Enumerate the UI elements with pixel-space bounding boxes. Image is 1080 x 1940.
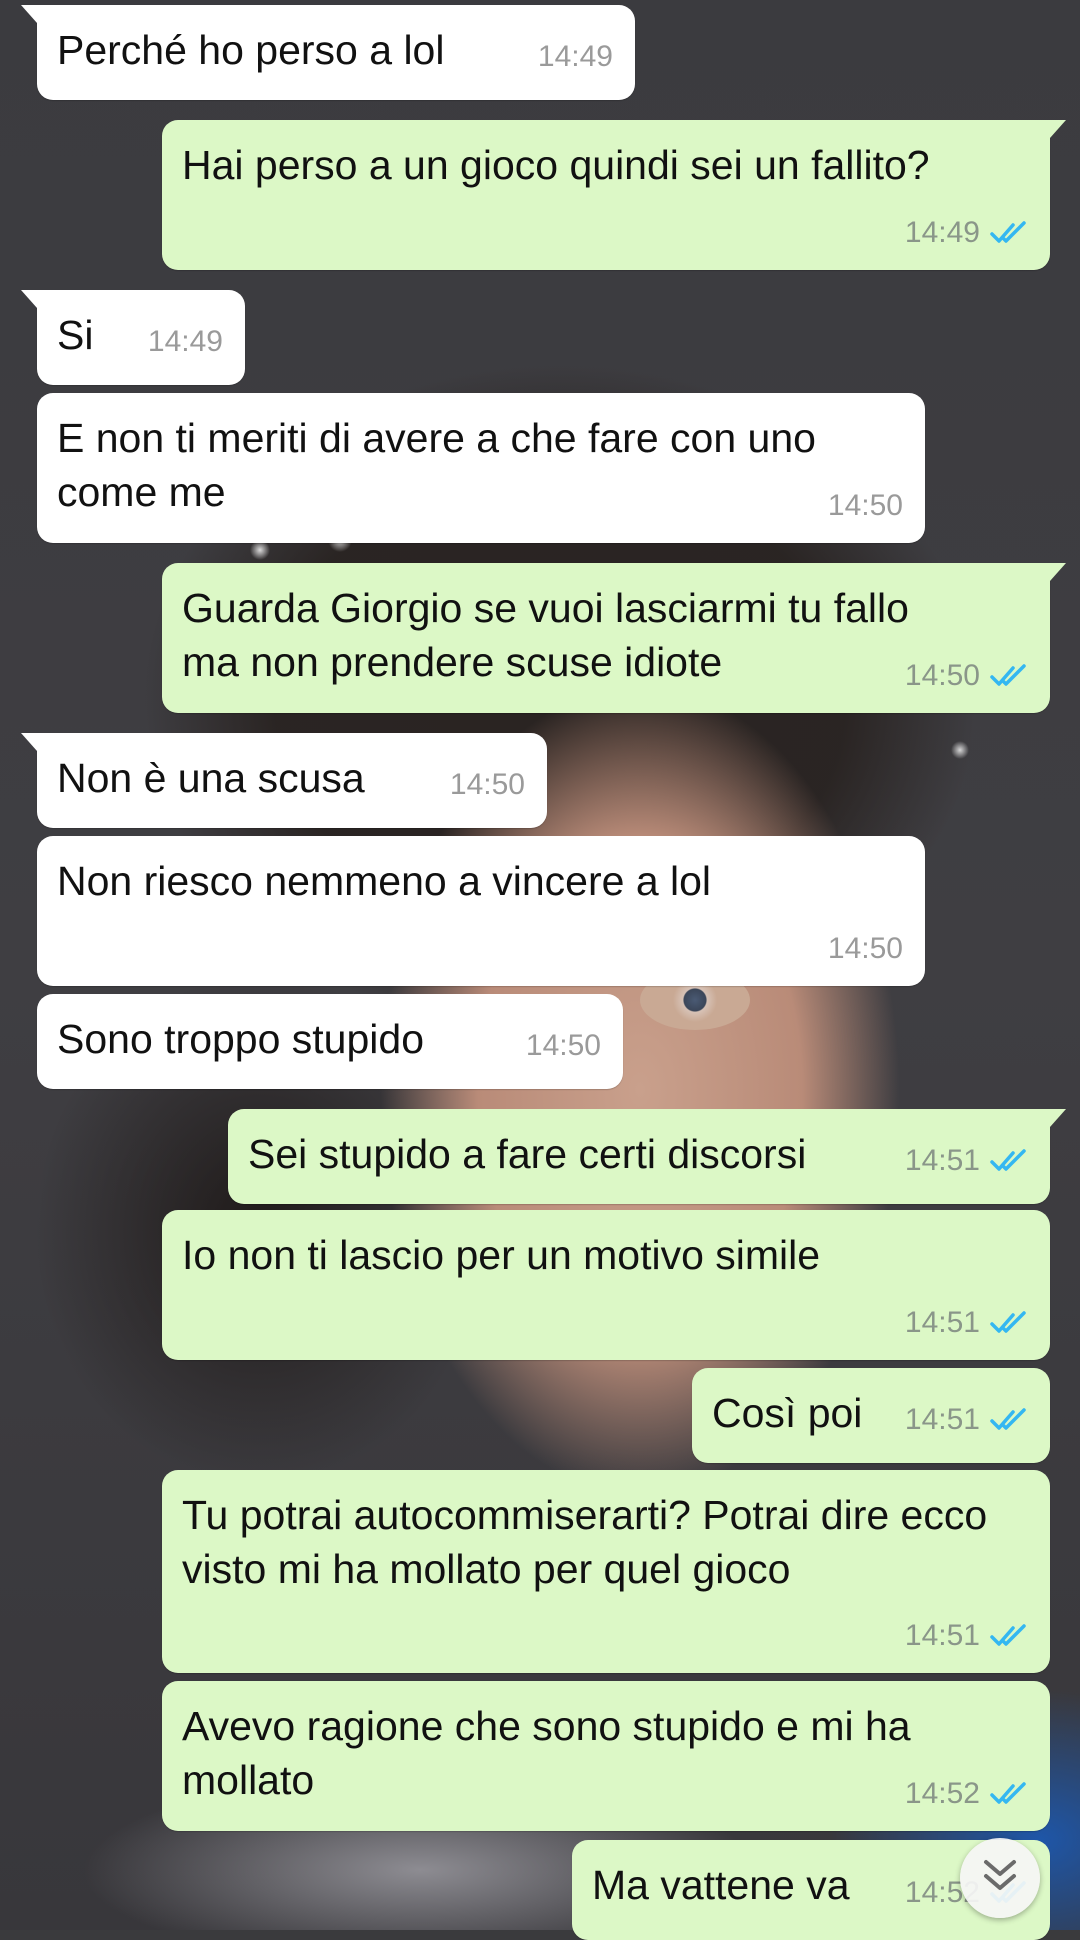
message-bubble-incoming[interactable]: E non ti meriti di avere a che fare con … bbox=[37, 393, 925, 543]
message-bubble-outgoing[interactable]: Così poi 14:51 bbox=[692, 1368, 1050, 1463]
scroll-to-bottom-button[interactable] bbox=[960, 1838, 1040, 1918]
message-time: 14:51 bbox=[904, 1144, 980, 1177]
message-time: 14:51 bbox=[904, 1403, 980, 1436]
message-bubble-outgoing[interactable]: Guarda Giorgio se vuoi lasciarmi tu fall… bbox=[162, 563, 1066, 713]
message-bubble-outgoing[interactable]: Avevo ragione che sono stupido e mi ha m… bbox=[162, 1681, 1050, 1831]
message-bubble-outgoing[interactable]: Hai perso a un gioco quindi sei un falli… bbox=[162, 120, 1066, 270]
message-text: Si bbox=[57, 312, 94, 358]
message-text: Ma vattene va bbox=[592, 1862, 850, 1908]
double-check-icon bbox=[990, 1311, 1028, 1335]
message-bubble-incoming[interactable]: Sono troppo stupido 14:50 bbox=[37, 994, 623, 1089]
double-check-icon bbox=[990, 1149, 1028, 1173]
message-time: 14:52 bbox=[904, 1777, 980, 1810]
message-bubble-outgoing[interactable]: Sei stupido a fare certi discorsi 14:51 bbox=[228, 1109, 1066, 1204]
message-time: 14:50 bbox=[827, 489, 903, 522]
message-text: Tu potrai autocommiserarti? Potrai dire … bbox=[182, 1492, 999, 1592]
double-check-icon bbox=[990, 1408, 1028, 1432]
message-time: 14:51 bbox=[904, 1619, 980, 1652]
message-text: Perché ho perso a lol bbox=[57, 27, 445, 73]
double-check-icon bbox=[990, 1624, 1028, 1648]
message-text: Non è una scusa bbox=[57, 755, 365, 801]
message-time: 14:50 bbox=[449, 768, 525, 801]
message-text: Avevo ragione che sono stupido e mi ha m… bbox=[182, 1703, 923, 1803]
message-text: Così poi bbox=[712, 1390, 863, 1436]
message-text: Io non ti lascio per un motivo simile bbox=[182, 1232, 821, 1278]
message-time: 14:51 bbox=[904, 1306, 980, 1339]
message-time: 14:49 bbox=[904, 216, 980, 249]
double-check-icon bbox=[990, 1782, 1028, 1806]
message-bubble-incoming[interactable]: Si 14:49 bbox=[21, 290, 245, 385]
message-time: 14:49 bbox=[147, 325, 223, 358]
message-text: E non ti meriti di avere a che fare con … bbox=[57, 415, 828, 515]
double-check-icon bbox=[990, 664, 1028, 688]
message-time: 14:50 bbox=[904, 659, 980, 692]
message-time: 14:49 bbox=[537, 40, 613, 73]
message-text: Sono troppo stupido bbox=[57, 1016, 424, 1062]
message-time: 14:50 bbox=[525, 1029, 601, 1062]
message-bubble-outgoing[interactable]: Io non ti lascio per un motivo simile 14… bbox=[162, 1210, 1050, 1360]
double-chevron-down-icon bbox=[980, 1858, 1020, 1899]
message-text: Guarda Giorgio se vuoi lasciarmi tu fall… bbox=[182, 585, 921, 685]
message-text: Non riesco nemmeno a vincere a lol bbox=[57, 858, 712, 904]
message-bubble-incoming[interactable]: Perché ho perso a lol 14:49 bbox=[21, 5, 635, 100]
message-text: Sei stupido a fare certi discorsi bbox=[248, 1131, 807, 1177]
message-bubble-incoming[interactable]: Non è una scusa 14:50 bbox=[21, 733, 547, 828]
message-time: 14:50 bbox=[827, 932, 903, 965]
message-list: Perché ho perso a lol 14:49 Hai perso a … bbox=[0, 0, 1080, 1940]
message-text: Hai perso a un gioco quindi sei un falli… bbox=[182, 142, 930, 188]
message-bubble-incoming[interactable]: Non riesco nemmeno a vincere a lol 14:50 bbox=[37, 836, 925, 986]
message-bubble-outgoing[interactable]: Tu potrai autocommiserarti? Potrai dire … bbox=[162, 1470, 1050, 1673]
double-check-icon bbox=[990, 221, 1028, 245]
